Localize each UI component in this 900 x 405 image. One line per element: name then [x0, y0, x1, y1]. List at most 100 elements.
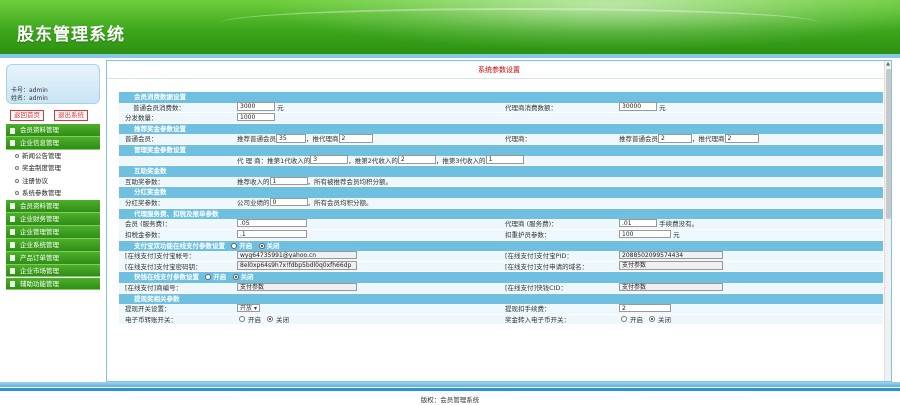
- unit-label: 元: [673, 230, 680, 239]
- gen1-input[interactable]: 3: [310, 155, 349, 164]
- scroll-up-icon[interactable]: ▲: [885, 61, 891, 68]
- header-wave: [220, 8, 820, 38]
- section-mutual-bonus: 互助奖金数: [119, 166, 883, 177]
- kuaiqian-cid-input[interactable]: 支付参数: [619, 282, 723, 292]
- member-referral-input[interactable]: 35: [276, 134, 306, 143]
- submenu-item-system-params[interactable]: 系统参数管理: [6, 187, 100, 200]
- withdrawal-switch-select[interactable]: 开放 ▾: [237, 303, 260, 313]
- alipay-account-input[interactable]: wyg64735991@yahoo.cn: [237, 250, 357, 260]
- kuaiqian-merchant-input[interactable]: 支付参数: [237, 282, 357, 292]
- menu-item-label: 会员资料管理: [20, 201, 59, 210]
- form-row: [在线支付]商编号： 支付参数 [在线支付]快钱CID： 支付参数: [119, 282, 883, 294]
- agent-referral-input[interactable]: 2: [658, 134, 692, 143]
- menu-item-system[interactable]: 企业系统管理: [6, 238, 100, 252]
- menu-item-auxiliary[interactable]: 辅助功能管理: [6, 277, 100, 291]
- kuaiqian-off-radio[interactable]: [232, 274, 239, 281]
- field-label: [在线支付]支付宝PID：: [505, 252, 573, 260]
- form-row: 扣税金参数： .1 扣重护员参数： 100 元: [119, 229, 883, 241]
- member-fee-input[interactable]: .05: [237, 218, 307, 228]
- field-text: ，所有被推荐会员均积分额。: [307, 177, 393, 186]
- vertical-scrollbar[interactable]: ▲: [884, 61, 891, 381]
- menu-item-management[interactable]: 企业管理管理: [6, 225, 100, 239]
- settings-form: 会员消费数据设置 普通会员消费数： 3000 元 代理商消费数额： 30000 …: [119, 92, 883, 326]
- tax-input[interactable]: .1: [237, 229, 307, 239]
- mutual-bonus-input[interactable]: 1: [269, 176, 308, 185]
- field-label: 扣重护员参数：: [505, 230, 551, 239]
- field-text: ，推第3代收入的: [435, 156, 486, 165]
- footer-copyright: 版权：会员管理系统: [420, 396, 480, 404]
- agent-fee-input[interactable]: .01: [619, 218, 657, 228]
- deduction-input[interactable]: 100: [619, 229, 671, 239]
- menu-item-market[interactable]: 企业市场管理: [6, 264, 100, 278]
- form-row: 互助奖参数： 推荐收入的 1 ，所有被推荐会员均积分额。: [119, 176, 883, 188]
- bullet-icon: [15, 153, 19, 158]
- member-consumption-input[interactable]: 3000: [237, 102, 275, 111]
- field-label: 分红奖参数：: [125, 198, 164, 207]
- form-row: 分发数量： 1000: [119, 112, 883, 124]
- scroll-thumb[interactable]: [886, 69, 891, 219]
- submenu-item-news[interactable]: 新闻公告管理: [6, 149, 100, 163]
- radio-label: 关闭: [276, 315, 289, 324]
- field-text: ，推代理商: [692, 135, 725, 144]
- menu-item-finance[interactable]: 企业财务管理: [6, 212, 100, 226]
- field-text: ，所有会员均积分额。: [307, 198, 373, 207]
- menu-item-member-data[interactable]: 会员资料管理: [6, 124, 100, 137]
- agent-consumption-input[interactable]: 30000: [619, 102, 657, 111]
- menu-item-member-manage[interactable]: 会员资料管理: [6, 199, 100, 213]
- folder-icon: [10, 229, 15, 236]
- alipay-domain-input[interactable]: 支付参数: [619, 261, 723, 270]
- submenu-item-label: 注册协议: [22, 176, 48, 185]
- menu-item-enterprise-info[interactable]: 企业信息管理: [6, 136, 100, 150]
- bonus-transfer-off-radio[interactable]: [649, 315, 655, 322]
- logout-button[interactable]: 退出系统: [54, 110, 88, 121]
- field-label: 互助奖参数：: [125, 177, 164, 186]
- alipay-on-radio[interactable]: [231, 242, 238, 249]
- field-label: 提现扣手续费：: [505, 305, 551, 314]
- footer-bar: [0, 382, 900, 387]
- radio-label: 开启: [630, 315, 643, 324]
- alipay-key-input[interactable]: 8el0xp64s9h7x!fdbp5bdl0q0xfh66dp: [237, 261, 357, 270]
- header-banner: 股东管理系统: [0, 0, 900, 58]
- field-text: ，推第2代收入的: [348, 156, 398, 165]
- submenu-item-agreement[interactable]: 注册协议: [6, 174, 100, 188]
- folder-icon: [10, 255, 15, 262]
- withdrawal-fee-input[interactable]: 2: [619, 303, 671, 313]
- radio-label: 开启: [239, 241, 253, 250]
- field-label: 普通会员消费数：: [133, 103, 185, 112]
- gen3-input[interactable]: 1: [485, 155, 524, 164]
- form-row: [在线支付]支付宝密码钥： 8el0xp64s9h7x!fdbp5bdl0q0x…: [119, 261, 883, 273]
- radio-label: 关闭: [240, 273, 254, 282]
- kuaiqian-on-radio[interactable]: [205, 274, 212, 281]
- gen2-input[interactable]: 2: [397, 155, 436, 164]
- field-text: 公司业绩的: [237, 198, 270, 207]
- member-agent-referral-input[interactable]: 2: [338, 134, 373, 143]
- dividend-input[interactable]: 0: [269, 197, 308, 207]
- user-name: 姓名：admin: [11, 95, 48, 102]
- menu-item-label: 辅助功能管理: [20, 279, 59, 288]
- menu-item-orders[interactable]: 产品订单管理: [6, 251, 100, 265]
- transfer-off-radio[interactable]: [267, 315, 273, 322]
- home-button[interactable]: 返回首页: [10, 110, 44, 121]
- field-note: 手续费没有。: [659, 220, 699, 229]
- form-row: 普通会员： 推荐普通会员 35 ，推代理商 2 代理商： 推荐普通会员 2 ，推代理商 2: [119, 134, 883, 146]
- agent-agent-referral-input[interactable]: 2: [724, 134, 759, 143]
- field-label: 代理商消费数额：: [505, 103, 557, 112]
- form-row: 代 理 商：推第1代收入的 3 ，推第2代收入的 2 ，推第3代收入的 1: [119, 155, 883, 167]
- transfer-on-radio[interactable]: [239, 315, 245, 322]
- distribution-input[interactable]: 1000: [237, 112, 275, 122]
- alipay-off-radio[interactable]: [258, 242, 265, 249]
- field-label: 扣税金参数：: [125, 230, 164, 239]
- submenu-item-bonus-rules[interactable]: 奖金制度管理: [6, 162, 100, 175]
- field-label: [在线支付]支付宝帐号：: [125, 252, 196, 260]
- sidebar-menu: 会员资料管理 企业信息管理 新闻公告管理 奖金制度管理 注册协议 系统参数管理 …: [6, 124, 100, 291]
- menu-item-label: 企业财务管理: [20, 214, 59, 223]
- footer: 版权：会员管理系统: [0, 382, 900, 405]
- menu-item-label: 企业信息管理: [20, 138, 59, 147]
- alipay-pid-input[interactable]: 2088502099574434: [619, 250, 723, 260]
- submenu-item-label: 奖金制度管理: [22, 164, 61, 173]
- radio-label: 关闭: [266, 241, 280, 250]
- bonus-transfer-on-radio[interactable]: [621, 315, 627, 322]
- main-panel: 系统参数设置 会员消费数据设置 普通会员消费数： 3000 元 代理商消费数额：…: [106, 60, 892, 382]
- field-label: [在线支付]商编号：: [125, 283, 183, 292]
- page-title: 系统参数设置: [107, 61, 891, 79]
